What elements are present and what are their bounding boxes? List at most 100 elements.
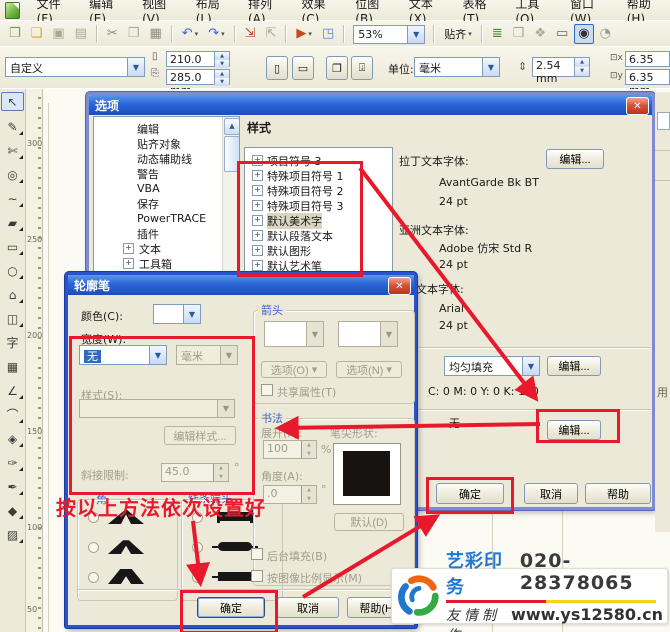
partial-hidden-icon[interactable]: ◔: [596, 24, 615, 44]
units-value: 毫米: [415, 58, 482, 76]
edit-fill-button[interactable]: 编辑...: [547, 356, 601, 376]
text-tool[interactable]: 字: [2, 334, 23, 351]
chevron-down-icon: ▼: [306, 322, 323, 346]
spin-down-icon[interactable]: ▼: [215, 60, 229, 68]
paper-width-field[interactable]: 210.0 mm ▲▼: [166, 51, 230, 67]
connector-tool[interactable]: ⌒: [2, 406, 23, 423]
corner-round-radio[interactable]: [88, 542, 99, 553]
spin-up-icon[interactable]: ▲: [575, 58, 589, 67]
behind-fill-label: 后台填充(B): [267, 548, 327, 564]
edit-latin-font-button[interactable]: 编辑...: [546, 149, 604, 169]
pick-tool[interactable]: ↖: [1, 92, 24, 111]
spin-down-icon[interactable]: ▼: [575, 67, 589, 76]
docker-sliver: 用: [655, 92, 670, 532]
standard-toolbar: ❐❏▣▤✂❒▦↶▾↷▾⇲⇱▶▾◳ 53% ▼ 贴齐 ▾ ≣❒❖▭◉◔: [0, 21, 670, 48]
chevron-down-icon[interactable]: ▼: [407, 26, 424, 43]
scale-with-image-checkbox[interactable]: [251, 570, 263, 582]
corel-online-icon[interactable]: ◳: [318, 24, 338, 44]
freehand-tool[interactable]: ∼: [2, 190, 23, 207]
save-icon[interactable]: ▣: [48, 24, 68, 44]
fill-type-combo[interactable]: 均匀填充 ▼: [444, 356, 540, 376]
options-cancel-button[interactable]: 取消: [524, 483, 578, 504]
chevron-down-icon[interactable]: ▼: [482, 58, 499, 76]
asian-font-label: 亚洲文本字体:: [399, 222, 469, 238]
dimension-tool[interactable]: ∠: [2, 382, 23, 399]
share-attributes-label: 共享属性(T): [277, 384, 336, 400]
ellipse-tool[interactable]: ○: [2, 262, 23, 279]
open-icon[interactable]: ❏: [27, 24, 47, 44]
new-document-icon[interactable]: ❐: [5, 24, 25, 44]
watermark-logo-icon: [396, 573, 442, 619]
outline-pen-tool[interactable]: ✒: [2, 478, 23, 495]
polygon-tool[interactable]: ⌂: [2, 286, 23, 303]
cap-square-radio[interactable]: [192, 572, 203, 583]
paste-icon[interactable]: ▦: [145, 24, 165, 44]
duplicate-x-field[interactable]: 6.35 mm: [625, 51, 670, 67]
duplicate-icon[interactable]: ❖: [530, 24, 550, 44]
spin-up-icon[interactable]: ▲: [215, 70, 229, 78]
import-icon[interactable]: ⇲: [241, 24, 260, 44]
zoom-level-combo[interactable]: 53% ▼: [353, 25, 425, 44]
arrow-start-preview: [265, 322, 306, 346]
blend-tool[interactable]: ◈: [2, 430, 23, 447]
toolbar-icons: ❐❏▣▤ ✂❒▦ ↶▾↷▾ ⇲⇱ ▶▾◳: [4, 24, 339, 44]
all-pages-button[interactable]: ❐: [326, 56, 348, 80]
color-picker[interactable]: ▼: [153, 304, 201, 324]
undo-icon[interactable]: ↶▾: [178, 24, 202, 44]
close-icon[interactable]: ✕: [626, 97, 649, 115]
cut-icon[interactable]: ✂: [103, 24, 122, 44]
units-combo[interactable]: 毫米 ▼: [414, 57, 500, 77]
view-manager-icon[interactable]: ≣: [488, 24, 507, 44]
redo-icon[interactable]: ↷▾: [204, 24, 228, 44]
corner-bevel-radio[interactable]: [88, 572, 99, 583]
duplicate-y-field[interactable]: 6.35 mm: [625, 69, 670, 85]
behind-fill-checkbox[interactable]: [251, 548, 263, 560]
snap-label: 贴齐: [444, 26, 466, 42]
stretch-field: 100 ▲▼: [263, 440, 317, 459]
cap-round-radio[interactable]: [192, 542, 203, 553]
outline-cancel-button[interactable]: 取消: [277, 597, 339, 618]
table-tool[interactable]: ▦: [2, 358, 23, 375]
scroll-up-icon[interactable]: ▲: [224, 118, 240, 135]
zoom-tool[interactable]: ◎: [2, 166, 23, 183]
watermark-underline: [446, 600, 663, 603]
portrait-button[interactable]: ▯: [266, 56, 288, 80]
copy-icon[interactable]: ❒: [124, 24, 144, 44]
outline-pen-titlebar[interactable]: 轮廓笔 ✕: [68, 275, 414, 295]
chevron-down-icon[interactable]: ▼: [183, 305, 200, 323]
share-attributes-checkbox[interactable]: [261, 384, 273, 396]
print-icon[interactable]: ▤: [71, 24, 91, 44]
fill-tool[interactable]: ◆: [2, 502, 23, 519]
crop-tool[interactable]: ✄: [2, 142, 23, 159]
spin-up-icon[interactable]: ▲: [215, 52, 229, 60]
text-frame-icon[interactable]: ▭: [552, 24, 572, 44]
default-button: 默认(D): [334, 513, 404, 531]
nudge-field[interactable]: 2.54 mm ▲▼: [532, 57, 590, 77]
basic-shapes-tool[interactable]: ◫: [2, 310, 23, 327]
smart-fill-tool[interactable]: ▰: [2, 214, 23, 231]
spin-down-icon[interactable]: ▼: [215, 78, 229, 86]
options-dialog-title: 选项: [95, 97, 119, 114]
export-icon[interactable]: ⇱: [262, 24, 281, 44]
preset-combo[interactable]: 自定义 ▼: [5, 57, 145, 77]
export-office-icon[interactable]: ❒: [509, 24, 529, 44]
options-help-button[interactable]: 帮助: [585, 483, 651, 504]
eyedropper-tool[interactable]: ✑: [2, 454, 23, 471]
options-dialog-titlebar[interactable]: 选项 ✕: [89, 95, 652, 115]
close-icon[interactable]: ✕: [388, 277, 411, 295]
landscape-button[interactable]: ▭: [292, 56, 314, 80]
snap-menu[interactable]: 贴齐 ▾: [440, 23, 476, 45]
rectangle-tool[interactable]: ▭: [2, 238, 23, 255]
chevron-down-icon[interactable]: ▼: [522, 357, 539, 375]
other-size-value: 24 pt: [439, 319, 468, 332]
chevron-down-icon[interactable]: ▼: [127, 58, 144, 76]
paper-height-field[interactable]: 285.0 mm ▲▼: [166, 69, 230, 85]
application-launcher-icon[interactable]: ▶▾: [292, 24, 316, 44]
enhanced-view-icon[interactable]: ◉: [574, 24, 593, 44]
current-page-button[interactable]: ⍗: [351, 56, 373, 80]
watermark-site: www.ys12580.cn: [511, 605, 663, 624]
corner-bevel-icon: [108, 569, 144, 584]
annotation-tip-text: 按以上方法依次设置好: [56, 492, 266, 521]
shape-tool[interactable]: ✎: [2, 118, 23, 135]
interactive-fill-tool[interactable]: ▨: [2, 526, 23, 543]
